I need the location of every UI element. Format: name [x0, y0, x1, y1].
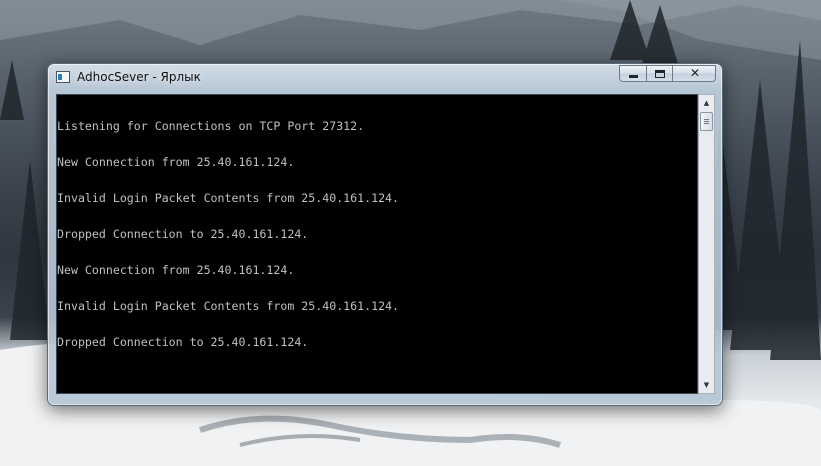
console-line: Dropped Connection to 25.40.161.124. [57, 335, 309, 349]
minimize-icon [629, 75, 638, 78]
maximize-icon [655, 70, 665, 78]
console-line: Invalid Login Packet Contents from 25.40… [57, 191, 400, 205]
console-line: New Connection from 25.40.161.124. [57, 263, 295, 277]
console-line: Listening for Connections on TCP Port 27… [57, 119, 365, 133]
console-window[interactable]: AdhocSever - Ярлык ✕ Listening for Conne… [47, 63, 723, 406]
console-output[interactable]: Listening for Connections on TCP Port 27… [56, 94, 698, 394]
maximize-button[interactable] [646, 65, 672, 82]
minimize-button[interactable] [619, 65, 646, 82]
console-line: Invalid Login Packet Contents from 25.40… [57, 299, 400, 313]
scroll-down-arrow-icon[interactable]: ▼ [699, 377, 714, 393]
console-line: New Connection from 25.40.161.124. [57, 155, 295, 169]
console-line: Dropped Connection to 25.40.161.124. [57, 227, 309, 241]
window-titlebar[interactable]: AdhocSever - Ярлык ✕ [48, 64, 722, 92]
window-title: AdhocSever - Ярлык [77, 70, 201, 84]
close-icon: ✕ [689, 66, 701, 80]
vertical-scrollbar[interactable]: ▲ ▼ [698, 94, 715, 394]
close-button[interactable]: ✕ [672, 65, 716, 82]
console-window-icon[interactable] [56, 71, 70, 83]
scroll-up-arrow-icon[interactable]: ▲ [699, 95, 714, 111]
window-controls: ✕ [619, 65, 716, 83]
grip-line [704, 121, 709, 122]
grip-line [704, 119, 709, 120]
grip-line [704, 123, 709, 124]
scrollbar-thumb[interactable] [700, 112, 713, 131]
